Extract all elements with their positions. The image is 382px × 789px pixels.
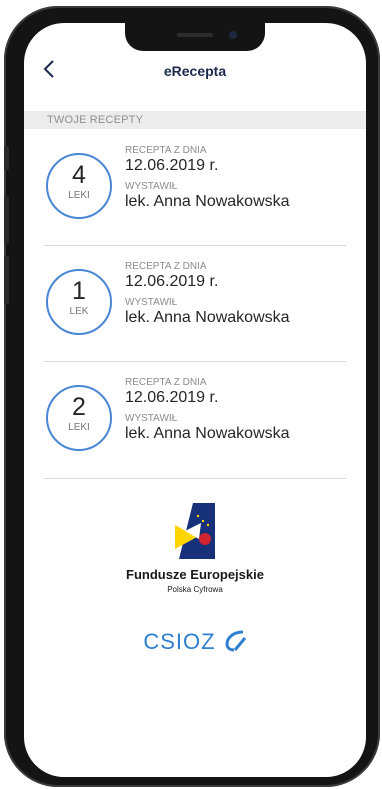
page-title: eRecepta — [163, 63, 227, 79]
app-screen: eRecepta TWOJE RECEPTY 4 LEKI RECEPTA Z … — [24, 23, 366, 777]
csioz-swoosh-icon — [225, 630, 246, 652]
medicine-unit: LEKI — [68, 422, 90, 433]
phone-frame: eRecepta TWOJE RECEPTY 4 LEKI RECEPTA Z … — [4, 6, 380, 787]
divider — [44, 361, 346, 362]
volume-up-button — [4, 196, 9, 244]
divider — [44, 245, 346, 246]
prescription-info: RECEPTA Z DNIA 12.06.2019 r. WYSTAWIŁ le… — [125, 145, 290, 211]
medicine-unit: LEKI — [68, 190, 90, 201]
csioz-logo: CSIOZ — [24, 629, 366, 655]
medicine-count-badge: 4 LEKI — [46, 153, 112, 219]
mute-switch — [4, 146, 9, 170]
date-label: RECEPTA Z DNIA — [125, 377, 207, 388]
eu-funds-title: Fundusze Europejskie — [126, 567, 264, 582]
prescription-date: 12.06.2019 r. — [125, 273, 219, 290]
prescription-item[interactable]: 2 LEKI RECEPTA Z DNIA 12.06.2019 r. WYST… — [46, 377, 346, 493]
issuer-label: WYSTAWIŁ — [125, 413, 178, 424]
medicine-count: 1 — [72, 277, 86, 305]
divider — [44, 478, 346, 479]
issuer-label: WYSTAWIŁ — [125, 181, 178, 192]
prescription-item[interactable]: 4 LEKI RECEPTA Z DNIA 12.06.2019 r. WYST… — [46, 145, 346, 261]
eu-funds-subtitle: Polska Cyfrowa — [167, 585, 223, 594]
front-camera — [229, 31, 237, 39]
medicine-count: 4 — [72, 161, 86, 189]
medicine-count-badge: 2 LEKI — [46, 385, 112, 451]
prescription-info: RECEPTA Z DNIA 12.06.2019 r. WYSTAWIŁ le… — [125, 377, 290, 443]
prescription-date: 12.06.2019 r. — [125, 389, 219, 406]
prescription-date: 12.06.2019 r. — [125, 157, 219, 174]
speaker — [177, 33, 213, 37]
medicine-count-badge: 1 LEK — [46, 269, 112, 335]
medicine-count: 2 — [72, 393, 86, 421]
eu-flag-icon — [175, 503, 215, 559]
date-label: RECEPTA Z DNIA — [125, 261, 207, 272]
eu-funds-logo: Fundusze Europejskie Polska Cyfrowa — [24, 503, 366, 594]
issuer-name: lek. Anna Nowakowska — [125, 193, 290, 210]
section-header: TWOJE RECEPTY — [24, 111, 366, 129]
csioz-logo-text: CSIOZ — [143, 629, 216, 654]
date-label: RECEPTA Z DNIA — [125, 145, 207, 156]
prescription-info: RECEPTA Z DNIA 12.06.2019 r. WYSTAWIŁ le… — [125, 261, 290, 327]
issuer-name: lek. Anna Nowakowska — [125, 309, 290, 326]
issuer-name: lek. Anna Nowakowska — [125, 425, 290, 442]
volume-down-button — [4, 256, 9, 304]
prescription-item[interactable]: 1 LEK RECEPTA Z DNIA 12.06.2019 r. WYSTA… — [46, 261, 346, 377]
notch — [125, 23, 265, 51]
app-header: eRecepta — [24, 51, 366, 95]
medicine-unit: LEK — [69, 306, 89, 317]
issuer-label: WYSTAWIŁ — [125, 297, 178, 308]
